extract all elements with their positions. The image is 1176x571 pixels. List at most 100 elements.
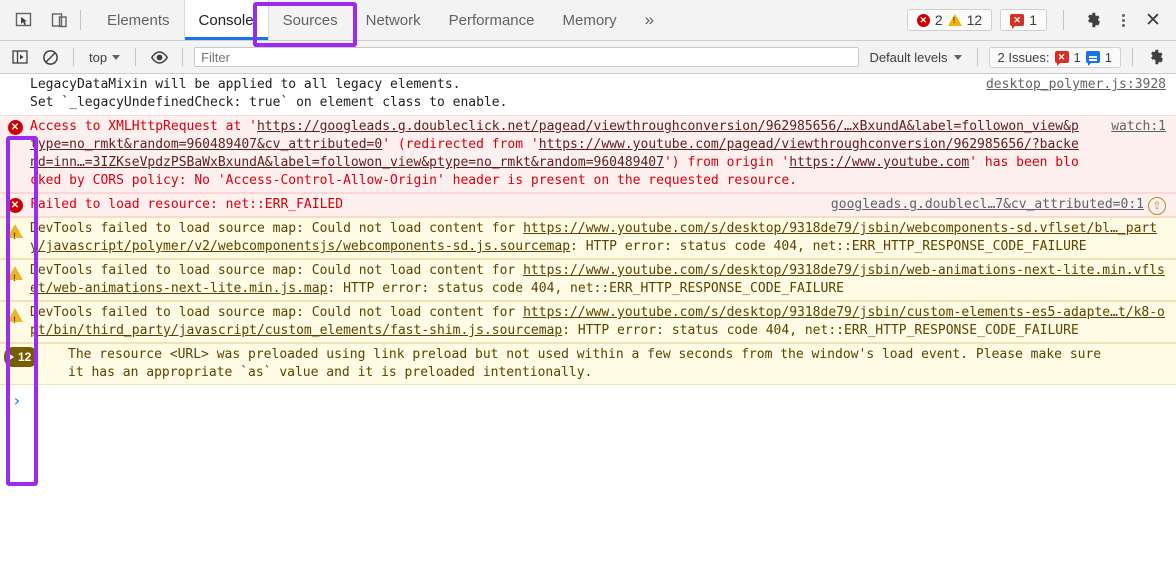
console-toolbar-divider-1 bbox=[73, 48, 74, 66]
tabbar-right-divider bbox=[1063, 10, 1064, 30]
message-group-gutter[interactable]: 12 bbox=[0, 346, 68, 367]
prompt-caret-icon: › bbox=[12, 390, 22, 410]
console-settings-gear-icon[interactable] bbox=[1144, 46, 1168, 68]
message-line: Set `_legacyUndefinedCheck: true` on ele… bbox=[30, 95, 508, 110]
tab-memory[interactable]: Memory bbox=[549, 0, 631, 40]
message-link[interactable]: https://www.youtube.com bbox=[789, 155, 969, 170]
issues-button[interactable]: 2 Issues: ✕ 1 1 bbox=[988, 46, 1121, 68]
message-text: The resource <URL> was preloaded using l… bbox=[68, 346, 1176, 382]
devtools-tabbar: Elements Console Sources Network Perform… bbox=[0, 0, 1176, 41]
message-text: DevTools failed to load source map: Coul… bbox=[30, 220, 1176, 256]
more-tabs-label: » bbox=[644, 10, 655, 29]
message-level-gutter: ✕ bbox=[0, 118, 30, 135]
tab-network[interactable]: Network bbox=[352, 0, 435, 40]
console-message-list[interactable]: LegacyDataMixin will be applied to all l… bbox=[0, 74, 1176, 571]
tab-console[interactable]: Console bbox=[183, 0, 269, 40]
error-count: 2 bbox=[934, 12, 943, 28]
warning-icon bbox=[7, 266, 23, 287]
console-message-warning[interactable]: DevTools failed to load source map: Coul… bbox=[0, 259, 1176, 301]
execution-context-label: top bbox=[89, 49, 108, 65]
message-source-link[interactable]: watch:1 bbox=[1111, 118, 1166, 136]
message-segment: ' (redirected from ' bbox=[382, 137, 539, 152]
issues-counter[interactable]: ✕ 1 bbox=[1000, 9, 1047, 31]
issues-label: 2 Issues: bbox=[997, 49, 1050, 65]
console-toolbar-divider-2 bbox=[135, 48, 137, 66]
group-expand-icon[interactable]: 12 bbox=[4, 347, 39, 367]
console-message-error[interactable]: ✕ Failed to load resource: net::ERR_FAIL… bbox=[0, 193, 1176, 217]
panel-tabs: Elements Console Sources Network Perform… bbox=[93, 0, 668, 40]
error-icon: ✕ bbox=[916, 13, 930, 27]
chevron-down-icon bbox=[953, 54, 962, 60]
tab-performance-label: Performance bbox=[448, 11, 535, 29]
device-toolbar-icon[interactable] bbox=[46, 7, 72, 33]
inspect-element-icon-svg bbox=[15, 12, 31, 26]
live-expression-icon[interactable] bbox=[147, 46, 171, 68]
console-sidebar-icon-svg bbox=[12, 50, 28, 64]
message-segment: : HTTP error: status code 404, net::ERR_… bbox=[562, 323, 1079, 338]
gear-icon[interactable] bbox=[1080, 7, 1106, 33]
message-level-gutter bbox=[0, 262, 30, 287]
message-level-gutter bbox=[0, 220, 30, 245]
console-message-warning[interactable]: DevTools failed to load source map: Coul… bbox=[0, 217, 1176, 259]
close-icon-glyph: ✕ bbox=[1145, 9, 1161, 31]
tab-sources[interactable]: Sources bbox=[269, 0, 352, 40]
console-message-info[interactable]: LegacyDataMixin will be applied to all l… bbox=[0, 74, 1176, 115]
message-segment: Failed to load resource: net::ERR_FAILED bbox=[30, 197, 344, 212]
warning-icon bbox=[7, 308, 23, 329]
gear-icon-svg bbox=[1151, 49, 1163, 65]
error-icon: ✕ bbox=[7, 198, 23, 213]
message-level-gutter bbox=[0, 76, 30, 78]
message-source-link[interactable]: desktop_polymer.js:3928 bbox=[986, 76, 1166, 94]
message-segment: DevTools failed to load source map: Coul… bbox=[30, 221, 524, 236]
filter-input[interactable] bbox=[194, 47, 860, 67]
issue-error-icon: ✕ bbox=[1010, 14, 1025, 29]
log-levels-label: Default levels bbox=[869, 49, 948, 65]
inspect-element-icon[interactable] bbox=[10, 7, 36, 33]
console-message-error[interactable]: ✕ Access to XMLHttpRequest at 'https://g… bbox=[0, 115, 1176, 193]
message-level-gutter: ✕ bbox=[0, 196, 30, 213]
console-sidebar-icon[interactable] bbox=[8, 46, 32, 68]
warning-icon bbox=[7, 224, 23, 245]
tab-console-label: Console bbox=[198, 11, 254, 29]
kebab-menu-icon[interactable] bbox=[1114, 13, 1132, 27]
clear-console-icon[interactable] bbox=[38, 46, 62, 68]
message-segment: : HTTP error: status code 404, net::ERR_… bbox=[570, 239, 1087, 254]
group-count: 12 bbox=[18, 350, 32, 364]
close-icon[interactable]: ✕ bbox=[1140, 7, 1166, 33]
warning-icon bbox=[947, 14, 962, 26]
message-source-link[interactable]: googleads.g.doublecl…7&cv_attributed=0:1 bbox=[831, 196, 1144, 214]
console-toolbar: top Default levels 2 Issues: ✕ 1 1 bbox=[0, 41, 1176, 74]
message-segment: : HTTP error: status code 404, net::ERR_… bbox=[327, 281, 844, 296]
tab-performance[interactable]: Performance bbox=[435, 0, 549, 40]
tab-sources-label: Sources bbox=[282, 11, 338, 29]
message-segment: ') from origin ' bbox=[663, 155, 790, 170]
device-toolbar-icon-svg bbox=[51, 12, 67, 27]
message-text: DevTools failed to load source map: Coul… bbox=[30, 262, 1176, 298]
message-segment: The resource <URL> was preloaded using l… bbox=[68, 347, 1102, 380]
issues-info-count: 1 bbox=[1104, 49, 1112, 65]
message-text: Failed to load resource: net::ERR_FAILED… bbox=[30, 196, 1176, 215]
message-segment: DevTools failed to load source map: Coul… bbox=[30, 305, 524, 320]
more-tabs-icon[interactable]: » bbox=[631, 0, 668, 40]
tab-elements[interactable]: Elements bbox=[93, 0, 184, 40]
message-text: LegacyDataMixin will be applied to all l… bbox=[30, 76, 1176, 112]
execution-context-selector[interactable]: top bbox=[85, 50, 124, 65]
console-toolbar-divider-3 bbox=[182, 48, 184, 66]
error-warning-counter[interactable]: ✕ 2 12 bbox=[906, 9, 993, 31]
console-prompt[interactable]: › bbox=[0, 385, 1176, 415]
issue-info-icon bbox=[1085, 51, 1100, 66]
tab-network-label: Network bbox=[365, 11, 421, 29]
message-segment: Access to XMLHttpRequest at ' bbox=[30, 119, 257, 134]
console-message-group[interactable]: 12 The resource <URL> was preloaded usin… bbox=[0, 343, 1176, 385]
message-segment: DevTools failed to load source map: Coul… bbox=[30, 263, 524, 278]
console-toolbar-divider-4 bbox=[976, 48, 978, 66]
issues-error-count: 1 bbox=[1073, 49, 1081, 65]
console-message-warning[interactable]: DevTools failed to load source map: Coul… bbox=[0, 301, 1176, 343]
tabbar-right-controls: ✕ 2 12 ✕ 1 ✕ bbox=[906, 0, 1176, 40]
message-text: Access to XMLHttpRequest at 'https://goo… bbox=[30, 118, 1176, 190]
error-icon: ✕ bbox=[7, 120, 23, 135]
warning-count: 12 bbox=[966, 12, 983, 28]
gear-icon-svg bbox=[1088, 12, 1100, 28]
log-levels-selector[interactable]: Default levels bbox=[865, 50, 965, 65]
revisit-in-network-icon[interactable]: ⇧ bbox=[1148, 197, 1166, 215]
